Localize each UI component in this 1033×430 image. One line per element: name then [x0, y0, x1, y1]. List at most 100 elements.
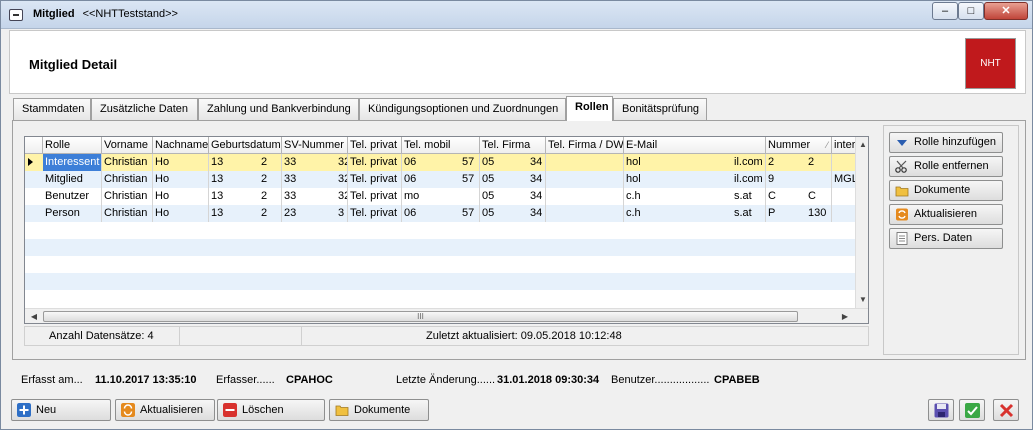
- scroll-down-icon[interactable]: ▼: [856, 293, 868, 307]
- cell-tel-firma[interactable]: 05: [480, 188, 528, 205]
- cell-nummer[interactable]: P: [766, 205, 806, 222]
- minimize-button[interactable]: –: [932, 2, 958, 20]
- cell-sv-nummer[interactable]: 23: [282, 205, 336, 222]
- cell-tel-firma-dw[interactable]: [546, 171, 624, 188]
- cell-tel-firma-dw[interactable]: [546, 205, 624, 222]
- scroll-up-icon[interactable]: ▲: [856, 138, 868, 152]
- column-header[interactable]: Tel. Firma: [480, 137, 546, 154]
- cell-nummer-2[interactable]: [806, 171, 832, 188]
- cell-tel-privat[interactable]: Tel. privat: [348, 205, 402, 222]
- column-header[interactable]: SV-Nummer: [282, 137, 348, 154]
- cell-tel-mobil[interactable]: 06: [402, 171, 460, 188]
- remove-role-button[interactable]: Rolle entfernen: [889, 156, 1003, 177]
- cell-sv-nummer-2[interactable]: 32: [336, 188, 348, 205]
- column-header[interactable]: Nachname: [153, 137, 209, 154]
- cell-tel-mobil[interactable]: mo: [402, 188, 460, 205]
- save-button[interactable]: [928, 399, 954, 421]
- cell-email[interactable]: hol: [624, 171, 732, 188]
- tab-rollen[interactable]: Rollen: [566, 96, 613, 121]
- cell-tel-firma-2[interactable]: 34: [528, 154, 546, 171]
- cell-sv-nummer[interactable]: 33: [282, 171, 336, 188]
- cell-tel-firma[interactable]: 05: [480, 154, 528, 171]
- cell-email-2[interactable]: il.com: [732, 171, 766, 188]
- cell-vorname[interactable]: Christian: [102, 205, 153, 222]
- delete-button[interactable]: Löschen: [217, 399, 325, 421]
- cell-tel-privat[interactable]: Tel. privat: [348, 154, 402, 171]
- cell-rolle[interactable]: Mitglied: [43, 171, 102, 188]
- column-header[interactable]: E-Mail: [624, 137, 766, 154]
- cell-vorname[interactable]: Christian: [102, 171, 153, 188]
- close-button[interactable]: ✕: [984, 2, 1028, 20]
- cell-vorname[interactable]: Christian: [102, 154, 153, 171]
- column-header[interactable]: Geburtsdatum: [209, 137, 282, 154]
- refresh-button[interactable]: Aktualisieren: [889, 204, 1003, 225]
- cell-tel-mobil-2[interactable]: 57: [460, 205, 480, 222]
- cell-tel-firma-dw[interactable]: [546, 154, 624, 171]
- table-row[interactable]: Interessent Christian Ho 13 2 33 32 Tel.…: [25, 154, 858, 171]
- cell-tel-privat[interactable]: Tel. privat: [348, 188, 402, 205]
- cell-nachname[interactable]: Ho: [153, 154, 209, 171]
- new-button[interactable]: Neu: [11, 399, 111, 421]
- column-header[interactable]: Vorname: [102, 137, 153, 154]
- cell-geburtsdatum[interactable]: 13: [209, 205, 259, 222]
- cell-geburtsdatum[interactable]: 13: [209, 188, 259, 205]
- column-header[interactable]: Tel. privat: [348, 137, 402, 154]
- column-header[interactable]: Tel. mobil: [402, 137, 480, 154]
- confirm-button[interactable]: [959, 399, 985, 421]
- cell-nachname[interactable]: Ho: [153, 171, 209, 188]
- cell-tel-mobil-2[interactable]: 57: [460, 171, 480, 188]
- cell-tel-privat[interactable]: Tel. privat: [348, 171, 402, 188]
- cell-sv-nummer[interactable]: 33: [282, 154, 336, 171]
- maximize-button[interactable]: □: [958, 2, 984, 20]
- cell-sv-nummer-2[interactable]: 32: [336, 171, 348, 188]
- personal-data-button[interactable]: Pers. Daten: [889, 228, 1003, 249]
- documents-button[interactable]: Dokumente: [889, 180, 1003, 201]
- vertical-scrollbar[interactable]: ▲ ▼: [855, 137, 868, 309]
- cell-tel-mobil-2[interactable]: 57: [460, 154, 480, 171]
- cell-tel-firma-2[interactable]: 34: [528, 205, 546, 222]
- refresh-bottom-button[interactable]: Aktualisieren: [115, 399, 215, 421]
- cell-geburtsdatum-2[interactable]: 2: [259, 188, 282, 205]
- table-row[interactable]: Person Christian Ho 13 2 23 3 Tel. priva…: [25, 205, 858, 222]
- cell-rolle[interactable]: Benutzer: [43, 188, 102, 205]
- cell-sv-nummer-2[interactable]: 32: [336, 154, 348, 171]
- tab-stammdaten[interactable]: Stammdaten: [13, 98, 91, 120]
- cell-tel-firma[interactable]: 05: [480, 171, 528, 188]
- horizontal-scrollbar[interactable]: ◀ III ▶: [25, 308, 868, 323]
- cell-tel-firma-dw[interactable]: [546, 188, 624, 205]
- cell-email-2[interactable]: s.at: [732, 188, 766, 205]
- tab-zahlung[interactable]: Zahlung und Bankverbindung: [198, 98, 359, 120]
- cell-nachname[interactable]: Ho: [153, 205, 209, 222]
- cell-rolle[interactable]: Interessent: [43, 154, 102, 171]
- cell-geburtsdatum-2[interactable]: 2: [259, 154, 282, 171]
- cell-email[interactable]: c.h: [624, 205, 732, 222]
- table-row[interactable]: Mitglied Christian Ho 13 2 33 32 Tel. pr…: [25, 171, 858, 188]
- tab-zusaetzliche-daten[interactable]: Zusätzliche Daten: [91, 98, 198, 120]
- cell-email[interactable]: c.h: [624, 188, 732, 205]
- cell-geburtsdatum-2[interactable]: 2: [259, 205, 282, 222]
- scroll-left-icon[interactable]: ◀: [26, 309, 42, 323]
- cell-vorname[interactable]: Christian: [102, 188, 153, 205]
- tab-bonitaet[interactable]: Bonitätsprüfung: [613, 98, 707, 120]
- cell-tel-firma-2[interactable]: 34: [528, 188, 546, 205]
- cell-nummer[interactable]: C: [766, 188, 806, 205]
- cell-email-2[interactable]: il.com: [732, 154, 766, 171]
- add-role-button[interactable]: Rolle hinzufügen: [889, 132, 1003, 153]
- cell-nummer-2[interactable]: 130: [806, 205, 832, 222]
- cell-rolle[interactable]: Person: [43, 205, 102, 222]
- cancel-button[interactable]: [993, 399, 1019, 421]
- cell-geburtsdatum-2[interactable]: 2: [259, 171, 282, 188]
- cell-nummer[interactable]: 2: [766, 154, 806, 171]
- cell-geburtsdatum[interactable]: 13: [209, 154, 259, 171]
- cell-nummer-2[interactable]: C: [806, 188, 832, 205]
- documents-bottom-button[interactable]: Dokumente: [329, 399, 429, 421]
- cell-tel-firma[interactable]: 05: [480, 205, 528, 222]
- window-menu-icon[interactable]: [9, 9, 23, 21]
- cell-email[interactable]: hol: [624, 154, 732, 171]
- cell-nummer[interactable]: 9: [766, 171, 806, 188]
- cell-nachname[interactable]: Ho: [153, 188, 209, 205]
- table-row[interactable]: Benutzer Christian Ho 13 2 33 32 Tel. pr…: [25, 188, 858, 205]
- cell-nummer-2[interactable]: 2: [806, 154, 832, 171]
- cell-email-2[interactable]: s.at: [732, 205, 766, 222]
- cell-tel-firma-2[interactable]: 34: [528, 171, 546, 188]
